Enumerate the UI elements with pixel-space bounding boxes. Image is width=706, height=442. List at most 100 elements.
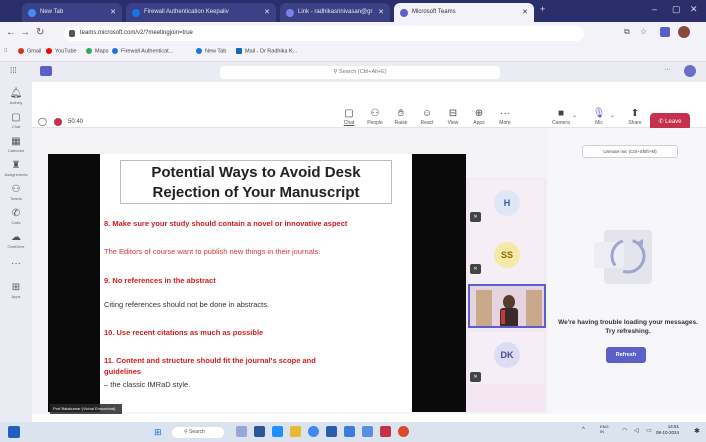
mic-off-icon: 🎙︎ bbox=[592, 108, 606, 119]
cast-icon[interactable]: ⧉ bbox=[624, 27, 630, 37]
tab-firewall[interactable]: Firewall Authentication Keepaliv ✕ bbox=[126, 3, 276, 22]
app-icon[interactable] bbox=[398, 426, 409, 437]
toolbar-chat-button[interactable]: ▢ Chat bbox=[336, 108, 362, 126]
volume-icon[interactable]: ◁ bbox=[634, 427, 639, 434]
search-input[interactable]: ⚲ Search (Ctrl+Alt+E) bbox=[220, 66, 500, 79]
raise-hand-icon: ✋︎ bbox=[398, 108, 404, 119]
share-button[interactable]: ⬆ Share bbox=[622, 108, 648, 126]
bookmark-youtube[interactable]: YouTube bbox=[46, 48, 77, 54]
left-rail bbox=[0, 82, 32, 422]
notification-icon[interactable]: ✱ bbox=[694, 427, 700, 435]
tray-chevron-icon[interactable]: ^ bbox=[582, 427, 585, 433]
battery-icon[interactable]: ▭ bbox=[646, 427, 652, 434]
tab-link[interactable]: Link - radhikasrinivasan@gr ✕ bbox=[280, 3, 390, 22]
tab-new-tab[interactable]: New Tab ✕ bbox=[22, 3, 122, 22]
bookmark-mail[interactable]: Mail - Dr Radhika K... bbox=[236, 48, 297, 54]
toolbar-view-button[interactable]: ⊟ View bbox=[440, 108, 466, 126]
edge-icon[interactable] bbox=[272, 426, 283, 437]
word-icon[interactable] bbox=[326, 426, 337, 437]
copilot-icon[interactable] bbox=[236, 426, 247, 437]
site-info-icon[interactable] bbox=[69, 30, 75, 37]
rail-onedrive[interactable]: ☁ OneDrive bbox=[0, 232, 32, 249]
meeting-timer: 50:40 bbox=[68, 119, 84, 125]
taskbar-clock[interactable]: 14:51 08-10-2024 bbox=[656, 424, 679, 436]
maximize-button[interactable]: ▢ bbox=[672, 4, 681, 15]
mic-options-chevron-icon[interactable]: ⌄ bbox=[610, 112, 615, 119]
widgets-icon[interactable] bbox=[8, 426, 20, 438]
slide-point-11: 11. Content and structure should fit the… bbox=[104, 356, 316, 365]
bookmark-maps[interactable]: Maps bbox=[86, 48, 108, 54]
user-avatar[interactable] bbox=[684, 65, 696, 77]
participant-avatar: H bbox=[494, 190, 520, 216]
camera-button[interactable]: ■ Camera bbox=[548, 108, 574, 126]
chrome-icon[interactable] bbox=[308, 426, 319, 437]
youtube-icon bbox=[46, 48, 52, 54]
screen-share-left-bar bbox=[48, 154, 100, 412]
view-icon: ⊟ bbox=[448, 108, 458, 119]
toolbar-react-button[interactable]: ☺ React bbox=[414, 108, 440, 126]
rail-activity[interactable]: 🔔︎ Activity bbox=[0, 88, 32, 105]
apps-grid-icon[interactable]: ⁝⁝ bbox=[4, 48, 8, 54]
teams-icon: ⚇ bbox=[11, 184, 21, 195]
app-icon[interactable] bbox=[380, 426, 391, 437]
rail-calls[interactable]: ✆ Calls bbox=[0, 208, 32, 225]
rail-apps[interactable]: ⊞ Apps bbox=[0, 282, 32, 299]
firewall-icon bbox=[112, 48, 118, 54]
toolbar-apps-button[interactable]: ⊕ Apps bbox=[466, 108, 492, 126]
toolbar-people-button[interactable]: ⚇ People bbox=[362, 108, 388, 126]
close-tab-icon[interactable]: ✕ bbox=[110, 3, 116, 22]
app-launcher-icon[interactable]: ⁞⁞⁞ bbox=[10, 66, 17, 75]
tab-favicon-icon bbox=[286, 9, 294, 17]
bookmark-new-tab[interactable]: New Tab bbox=[196, 48, 226, 54]
camera-icon: ■ bbox=[557, 108, 565, 119]
reload-icon[interactable]: ↻ bbox=[36, 27, 44, 38]
rail-teams[interactable]: ⚇ Teams bbox=[0, 184, 32, 201]
slide-point-10: 10. Use recent citations as much as poss… bbox=[104, 328, 264, 337]
wifi-icon[interactable]: ◠ bbox=[622, 427, 627, 434]
minimize-button[interactable]: – bbox=[652, 4, 657, 14]
bookmark-star-icon[interactable]: ☆ bbox=[640, 27, 647, 36]
rail-calendar[interactable]: ▦ Calendar bbox=[0, 136, 32, 153]
toolbar-raise-button[interactable]: ✋︎ Raise bbox=[388, 108, 414, 126]
close-tab-icon[interactable]: ✕ bbox=[264, 3, 270, 22]
extension-icon[interactable] bbox=[660, 27, 670, 37]
chat-icon: ▢ bbox=[11, 112, 21, 123]
close-window-button[interactable]: ✕ bbox=[690, 4, 698, 15]
pin-icon[interactable] bbox=[362, 426, 373, 437]
toolbar-more-button[interactable]: ··· More bbox=[492, 108, 518, 126]
close-tab-icon[interactable]: ✕ bbox=[378, 3, 384, 22]
rail-chat[interactable]: ▢ Chat bbox=[0, 112, 32, 129]
tab-microsoft-teams[interactable]: Microsoft Teams ✕ bbox=[394, 3, 534, 22]
chat-error-message: We're having trouble loading your messag… bbox=[558, 319, 698, 335]
chat-icon: ▢ bbox=[344, 108, 354, 119]
start-icon[interactable]: ⊞ bbox=[154, 427, 162, 437]
participant-avatar: SS bbox=[494, 242, 520, 268]
slide-point-8: 8. Make sure your study should contain a… bbox=[104, 219, 348, 228]
store-icon[interactable] bbox=[344, 426, 355, 437]
url-input[interactable]: teams.microsoft.com/v2/?meetingjoin=true bbox=[64, 26, 584, 41]
participant-video-tile[interactable] bbox=[468, 284, 546, 328]
participant-avatar: DK bbox=[494, 342, 520, 368]
slide-point-11-cont: guidelines bbox=[104, 367, 142, 376]
rail-more[interactable]: ··· bbox=[0, 258, 32, 270]
presenter-name-label: Prof Balakumar (Vichai Emsombat) bbox=[50, 404, 122, 414]
new-tab-button[interactable]: + bbox=[540, 4, 545, 14]
bookmark-firewall[interactable]: Firewall Authenticat... bbox=[112, 48, 173, 54]
back-icon[interactable]: ← bbox=[6, 27, 16, 38]
close-tab-icon[interactable]: ✕ bbox=[522, 3, 528, 22]
task-view-icon[interactable] bbox=[254, 426, 265, 437]
mic-button[interactable]: 🎙︎ Mic bbox=[586, 108, 612, 126]
file-explorer-icon[interactable] bbox=[290, 426, 301, 437]
video-feed bbox=[470, 286, 544, 326]
forward-icon[interactable]: → bbox=[20, 27, 30, 38]
camera-options-chevron-icon[interactable]: ⌄ bbox=[572, 112, 577, 119]
meeting-info-icon[interactable]: ◯ bbox=[38, 117, 47, 126]
bookmark-gmail[interactable]: Gmail bbox=[18, 48, 41, 54]
language-indicator[interactable]: ENG IN bbox=[600, 424, 609, 434]
rail-assignments[interactable]: ♜ Assignments bbox=[0, 160, 32, 177]
more-options-icon[interactable]: ··· bbox=[664, 66, 671, 73]
refresh-button[interactable]: Refresh bbox=[606, 347, 646, 363]
tab-favicon-icon bbox=[28, 9, 36, 17]
taskbar-search[interactable]: ⚲ Search bbox=[172, 427, 224, 438]
profile-avatar[interactable] bbox=[678, 26, 690, 38]
